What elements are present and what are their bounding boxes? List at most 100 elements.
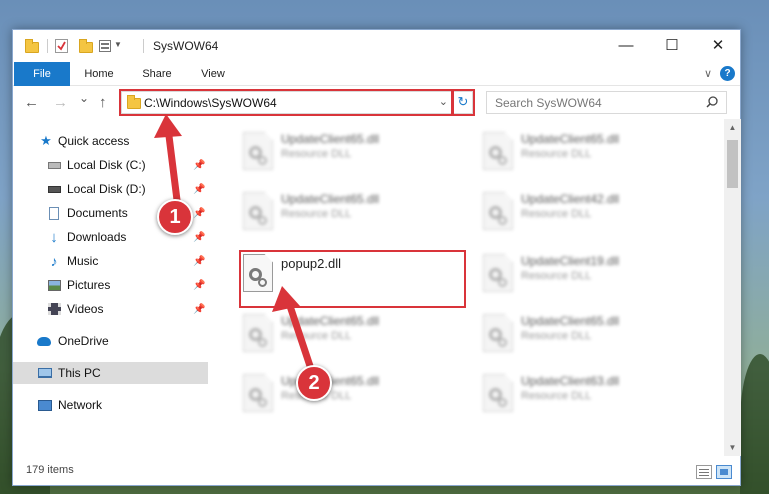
file-item[interactable]: UpdateClient65.dll Resource DLL [235, 308, 460, 360]
file-item[interactable]: UpdateClient65.dll Resource DLL [235, 368, 460, 420]
sidebar-item-onedrive[interactable]: OneDrive [13, 330, 208, 352]
sidebar-item-label: This PC [58, 366, 101, 380]
dll-file-icon [243, 374, 273, 412]
file-type: Resource DLL [521, 148, 592, 160]
pin-icon: 📌 [193, 183, 206, 195]
ribbon-collapse-icon[interactable]: ∨ [704, 67, 712, 80]
download-arrow-icon: ↓ [50, 228, 58, 246]
customize-dropdown-icon[interactable]: ▼ [114, 40, 122, 49]
search-box [486, 91, 727, 114]
documents-icon [47, 206, 61, 220]
scroll-up-icon[interactable]: ▲ [724, 119, 741, 136]
tab-share[interactable]: Share [129, 62, 185, 86]
scroll-thumb[interactable] [727, 140, 738, 188]
ribbon: File Home Share View ∨ ? [13, 62, 740, 86]
tab-home[interactable]: Home [73, 62, 125, 86]
pin-icon: 📌 [193, 255, 206, 267]
dll-file-icon [483, 192, 513, 230]
large-icons-view-icon[interactable] [716, 465, 732, 479]
pin-icon: 📌 [193, 231, 206, 243]
dll-file-icon [483, 374, 513, 412]
vertical-scrollbar[interactable]: ▲ ▼ [724, 119, 741, 456]
sidebar-item-network[interactable]: Network [13, 394, 208, 416]
sidebar-item-label: Pictures [67, 278, 111, 292]
pin-icon: 📌 [193, 159, 206, 171]
recent-locations-icon[interactable]: ⌄ [79, 91, 89, 105]
file-item[interactable]: UpdateClient42.dll Resource DLL [475, 186, 700, 238]
file-highlight-box [239, 250, 466, 308]
file-item[interactable]: UpdateClient65.dll Resource DLL [475, 308, 700, 360]
cloud-icon [37, 334, 51, 348]
sidebar-item-this-pc[interactable]: This PC [13, 362, 208, 384]
tab-view[interactable]: View [187, 62, 239, 86]
sidebar-item-local-disk-c[interactable]: Local Disk (C:) 📌 [13, 154, 208, 176]
search-icon[interactable] [706, 96, 718, 108]
new-folder-icon[interactable] [79, 39, 93, 58]
file-type: Resource DLL [521, 390, 592, 402]
explorer-window: ▼ SysWOW64 — ☐ ✕ File Home Share View ∨ … [12, 29, 741, 486]
file-type: Resource DLL [281, 330, 352, 342]
sidebar-item-videos[interactable]: Videos 📌 [13, 298, 208, 320]
back-button[interactable]: ← [24, 94, 39, 111]
pin-icon: 📌 [193, 303, 206, 315]
drive-icon [47, 182, 61, 196]
file-item[interactable]: UpdateClient65.dll Resource DLL [235, 126, 460, 178]
customize-toolbar-icon[interactable] [99, 40, 111, 52]
music-note-icon: ♪ [50, 253, 58, 269]
file-name: UpdateClient19.dll [521, 254, 620, 268]
help-icon[interactable]: ? [720, 66, 735, 81]
pictures-icon [47, 278, 61, 292]
file-type: Resource DLL [521, 208, 592, 220]
file-item[interactable]: UpdateClient63.dll Resource DLL [475, 368, 700, 420]
pin-icon: 📌 [193, 207, 206, 219]
search-input[interactable] [487, 92, 697, 113]
dll-file-icon [243, 192, 273, 230]
dll-file-icon [483, 314, 513, 352]
sidebar-item-music[interactable]: ♪ Music 📌 [13, 250, 208, 272]
forward-button[interactable]: → [53, 94, 68, 111]
address-highlight-divider [451, 89, 454, 116]
sidebar-item-label: Local Disk (D:) [67, 182, 146, 196]
monitor-icon [38, 366, 52, 380]
file-type: Resource DLL [281, 148, 352, 160]
file-type: Resource DLL [281, 208, 352, 220]
sidebar-item-pictures[interactable]: Pictures 📌 [13, 274, 208, 296]
sidebar-item-label: Documents [67, 206, 128, 220]
step-2-badge: 2 [296, 365, 332, 401]
navigation-bar: ← → ⌄ ↑ C:\Windows\SysWOW64 ⌄ ↻ [13, 87, 740, 119]
status-bar: 179 items [13, 460, 740, 485]
file-item[interactable]: UpdateClient65.dll Resource DLL [475, 126, 700, 178]
scroll-down-icon[interactable]: ▼ [724, 439, 741, 456]
dll-file-icon [243, 314, 273, 352]
navigation-pane: ★ Quick access Local Disk (C:) 📌 Local D… [13, 126, 208, 456]
file-name: UpdateClient42.dll [521, 192, 620, 206]
sidebar-item-label: Local Disk (C:) [67, 158, 146, 172]
minimize-button[interactable]: — [603, 30, 649, 60]
star-icon: ★ [40, 133, 52, 148]
file-item[interactable]: UpdateClient19.dll Resource DLL [475, 248, 700, 300]
file-name: UpdateClient65.dll [281, 132, 380, 146]
qa-divider [47, 39, 48, 53]
sidebar-item-quick-access[interactable]: ★ Quick access [13, 130, 208, 152]
dll-file-icon [483, 254, 513, 292]
tab-file[interactable]: File [14, 62, 70, 86]
dll-file-icon [483, 132, 513, 170]
file-name: UpdateClient65.dll [281, 314, 380, 328]
file-name: UpdateClient63.dll [521, 374, 620, 388]
sidebar-item-label: Music [67, 254, 99, 268]
properties-check-icon[interactable] [55, 39, 68, 53]
close-button[interactable]: ✕ [695, 30, 741, 60]
details-view-icon[interactable] [696, 465, 712, 479]
file-item[interactable]: UpdateClient65.dll Resource DLL [235, 186, 460, 238]
maximize-button[interactable]: ☐ [649, 30, 695, 60]
up-button[interactable]: ↑ [99, 94, 107, 111]
address-highlight-box [119, 89, 475, 116]
sidebar-item-local-disk-d[interactable]: Local Disk (D:) 📌 [13, 178, 208, 200]
folder-icon [25, 39, 39, 58]
title-bar: ▼ SysWOW64 — ☐ ✕ [13, 30, 740, 62]
pin-icon: 📌 [193, 279, 206, 291]
sidebar-item-label: OneDrive [58, 334, 109, 348]
file-name: UpdateClient65.dll [521, 314, 620, 328]
film-icon [47, 302, 61, 316]
sidebar-item-label: Quick access [58, 134, 130, 148]
